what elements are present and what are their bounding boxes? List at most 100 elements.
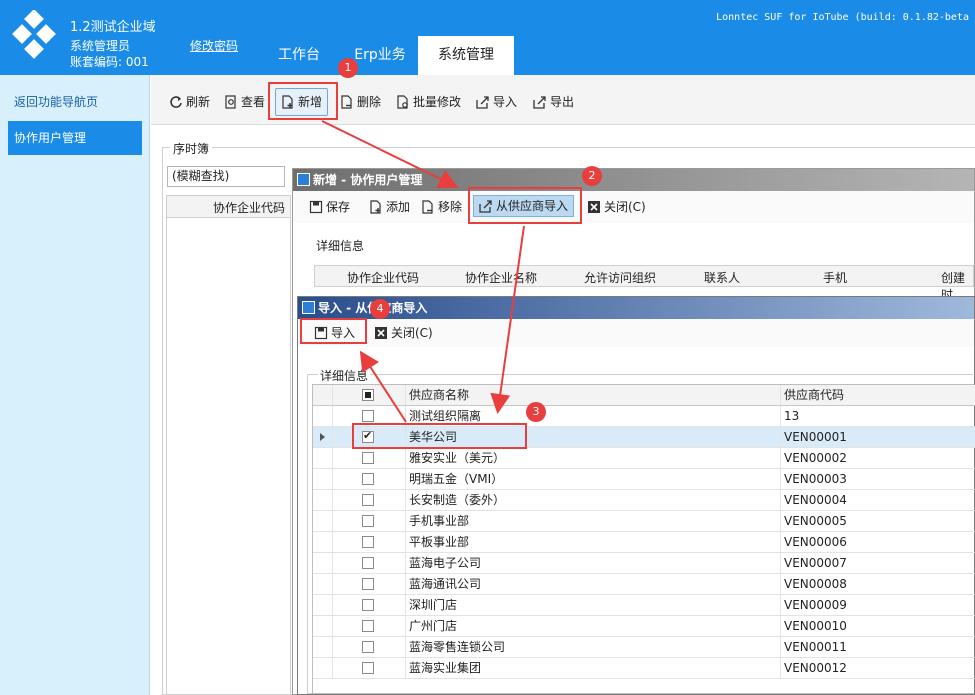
row-checkbox[interactable] bbox=[362, 599, 374, 611]
add-row-button[interactable]: 添加 bbox=[369, 196, 410, 218]
supplier-grid-header: 供应商名称 供应商代码 bbox=[313, 385, 975, 406]
row-check-cell[interactable] bbox=[333, 616, 406, 636]
supplier-code-cell[interactable]: VEN00002 bbox=[781, 448, 975, 468]
row-checkbox[interactable] bbox=[362, 641, 374, 653]
supplier-name-cell[interactable]: 蓝海电子公司 bbox=[406, 553, 781, 573]
col-supplier-code[interactable]: 供应商代码 bbox=[781, 385, 975, 405]
close-icon bbox=[588, 201, 600, 213]
col-collab-name: 协作企业名称 bbox=[465, 271, 538, 285]
select-all-checkbox[interactable] bbox=[362, 389, 374, 401]
remove-row-button[interactable]: 移除 bbox=[421, 196, 462, 218]
row-check-cell[interactable] bbox=[333, 469, 406, 489]
supplier-name-cell[interactable]: 手机事业部 bbox=[406, 511, 781, 531]
refresh-button[interactable]: 刷新 bbox=[169, 91, 210, 113]
export-button[interactable]: 导出 bbox=[533, 91, 574, 113]
row-indicator bbox=[313, 616, 333, 636]
row-indicator bbox=[313, 490, 333, 510]
view-button[interactable]: 查看 bbox=[224, 91, 265, 113]
dialog-app-icon bbox=[297, 173, 310, 186]
save-button[interactable]: 保存 bbox=[309, 196, 350, 218]
supplier-code-cell[interactable]: VEN00004 bbox=[781, 490, 975, 510]
select-all-cell[interactable] bbox=[333, 385, 406, 405]
supplier-name-cell[interactable]: 明瑞五金（VMI） bbox=[406, 469, 781, 489]
table-row[interactable]: 蓝海电子公司 VEN00007 bbox=[313, 553, 975, 574]
row-check-cell[interactable] bbox=[333, 637, 406, 657]
row-checkbox[interactable] bbox=[362, 515, 374, 527]
col-supplier-name[interactable]: 供应商名称 bbox=[406, 385, 781, 405]
close-dialog1-button[interactable]: 关闭(C) bbox=[587, 196, 646, 218]
dialog1-titlebar[interactable]: 新增 - 协作用户管理 bbox=[293, 169, 974, 191]
supplier-name-cell[interactable]: 蓝海实业集团 bbox=[406, 658, 781, 678]
row-checkbox[interactable] bbox=[362, 410, 374, 422]
supplier-code-cell[interactable]: VEN00006 bbox=[781, 532, 975, 552]
tab-workbench[interactable]: 工作台 bbox=[254, 36, 344, 75]
row-check-cell[interactable] bbox=[333, 532, 406, 552]
supplier-code-cell[interactable]: VEN00008 bbox=[781, 574, 975, 594]
tab-system-management[interactable]: 系统管理 bbox=[418, 36, 514, 75]
table-row[interactable]: 雅安实业（美元） VEN00002 bbox=[313, 448, 975, 469]
supplier-code-cell[interactable]: VEN00003 bbox=[781, 469, 975, 489]
table-row[interactable]: 蓝海零售连锁公司 VEN00011 bbox=[313, 637, 975, 658]
supplier-name-cell[interactable]: 蓝海零售连锁公司 bbox=[406, 637, 781, 657]
table-row[interactable]: 广州门店 VEN00010 bbox=[313, 616, 975, 637]
batch-edit-icon bbox=[397, 95, 408, 109]
import-button[interactable]: 导入 bbox=[476, 91, 517, 113]
supplier-code-cell[interactable]: VEN00007 bbox=[781, 553, 975, 573]
table-row[interactable]: 明瑞五金（VMI） VEN00003 bbox=[313, 469, 975, 490]
table-row[interactable]: 蓝海实业集团 VEN00012 bbox=[313, 658, 975, 679]
import-icon bbox=[476, 96, 489, 109]
row-check-cell[interactable] bbox=[333, 448, 406, 468]
supplier-code-cell[interactable]: VEN00009 bbox=[781, 595, 975, 615]
add-doc-icon bbox=[370, 200, 381, 214]
row-checkbox[interactable] bbox=[362, 620, 374, 632]
row-check-cell[interactable] bbox=[333, 595, 406, 615]
row-check-cell[interactable] bbox=[333, 658, 406, 678]
dialog1-grid-header: 协作企业代码 协作企业名称 允许访问组织 联系人 手机 创建时 bbox=[314, 265, 974, 302]
row-indicator bbox=[313, 448, 333, 468]
change-password-link[interactable]: 修改密码 bbox=[190, 37, 238, 54]
row-checkbox[interactable] bbox=[362, 557, 374, 569]
annotation-box-2 bbox=[468, 187, 582, 224]
supplier-name-cell[interactable]: 深圳门店 bbox=[406, 595, 781, 615]
table-row[interactable]: 蓝海通讯公司 VEN00008 bbox=[313, 574, 975, 595]
batch-edit-button[interactable]: 批量修改 bbox=[396, 91, 461, 113]
row-check-cell[interactable] bbox=[333, 490, 406, 510]
row-checkbox[interactable] bbox=[362, 536, 374, 548]
sidebar-item-back-nav[interactable]: 返回功能导航页 bbox=[8, 85, 142, 119]
sidebar-item-collab-users[interactable]: 协作用户管理 bbox=[8, 121, 142, 155]
supplier-code-cell[interactable]: VEN00010 bbox=[781, 616, 975, 636]
row-check-cell[interactable] bbox=[333, 574, 406, 594]
supplier-name-cell[interactable]: 蓝海通讯公司 bbox=[406, 574, 781, 594]
row-check-cell[interactable] bbox=[333, 553, 406, 573]
table-row[interactable]: 手机事业部 VEN00005 bbox=[313, 511, 975, 532]
row-checkbox[interactable] bbox=[362, 578, 374, 590]
table-row[interactable]: 平板事业部 VEN00006 bbox=[313, 532, 975, 553]
view-icon bbox=[225, 95, 236, 109]
annotation-box-3 bbox=[352, 423, 527, 449]
row-checkbox[interactable] bbox=[362, 494, 374, 506]
row-checkbox[interactable] bbox=[362, 662, 374, 674]
supplier-name-cell[interactable]: 长安制造（委外） bbox=[406, 490, 781, 510]
delete-button[interactable]: 删除 bbox=[340, 91, 381, 113]
row-checkbox[interactable] bbox=[362, 452, 374, 464]
supplier-code-cell[interactable]: VEN00005 bbox=[781, 511, 975, 531]
table-row[interactable]: 长安制造（委外） VEN00004 bbox=[313, 490, 975, 511]
row-indicator bbox=[313, 595, 333, 615]
supplier-code-cell[interactable]: 13 bbox=[781, 406, 975, 426]
row-checkbox[interactable] bbox=[362, 473, 374, 485]
col-mobile: 手机 bbox=[823, 271, 848, 285]
dialog2-titlebar[interactable]: 导入 - 从供应商导入 bbox=[298, 297, 974, 319]
table-row[interactable]: 深圳门店 VEN00009 bbox=[313, 595, 975, 616]
supplier-name-cell[interactable]: 广州门店 bbox=[406, 616, 781, 636]
supplier-code-cell[interactable]: VEN00001 bbox=[781, 427, 975, 447]
col-collab-code: 协作企业代码 bbox=[347, 271, 420, 285]
supplier-code-cell[interactable]: VEN00011 bbox=[781, 637, 975, 657]
supplier-name-cell[interactable]: 雅安实业（美元） bbox=[406, 448, 781, 468]
import-label: 导入 bbox=[493, 95, 518, 109]
fuzzy-search-input[interactable]: (模糊查找) bbox=[167, 166, 285, 187]
supplier-name-cell[interactable]: 平板事业部 bbox=[406, 532, 781, 552]
supplier-code-cell[interactable]: VEN00012 bbox=[781, 658, 975, 678]
row-check-cell[interactable] bbox=[333, 511, 406, 531]
close-dialog2-button[interactable]: 关闭(C) bbox=[374, 322, 433, 344]
seq-grid: 协作企业代码 bbox=[166, 195, 291, 695]
